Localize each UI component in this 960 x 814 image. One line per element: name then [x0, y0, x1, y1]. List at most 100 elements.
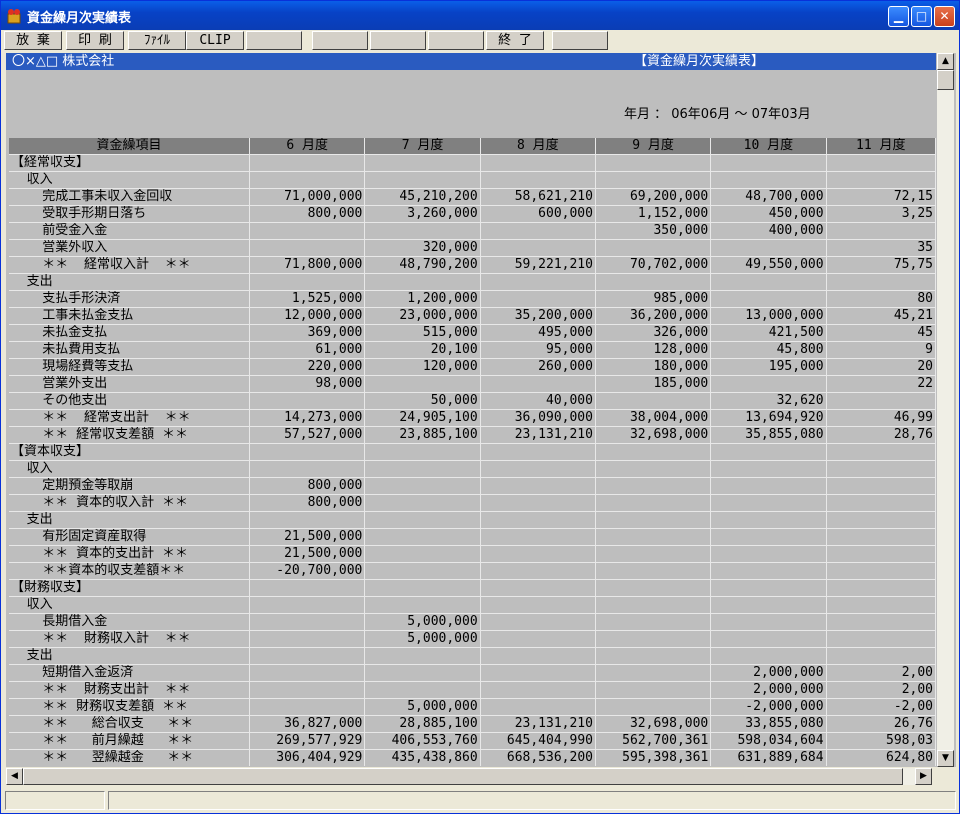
amount-cell: 326,000	[595, 324, 712, 342]
amount-cell	[249, 511, 366, 529]
table-row[interactable]: 未払金支払 369,000 515,000 495,000 326,000 421,500…	[9, 324, 936, 342]
table-row[interactable]: 未払費用支払 61,000 20,100 95,000 128,000 45,800 9	[9, 341, 936, 359]
table-row[interactable]: 【経常収支】	[9, 154, 936, 172]
amount-cell: 45,800	[710, 341, 827, 359]
amount-cell: 28,76	[826, 426, 936, 444]
clip-button[interactable]: CLIP	[186, 31, 244, 50]
table-row[interactable]: 定期預金等取崩 800,000	[9, 477, 936, 495]
amount-cell: 5,000,000	[364, 630, 481, 648]
table-row[interactable]: 短期借入金返済 2,000,000 2,00	[9, 664, 936, 682]
amount-cell: 14,273,000	[249, 409, 366, 427]
row-label: 有形固定資産取得	[9, 528, 251, 546]
table-row[interactable]: ＊＊ 経常収入計 ＊＊ 71,800,000 48,790,200 59,221,21…	[9, 256, 936, 274]
amount-cell: 32,620	[710, 392, 827, 410]
blank-button-5[interactable]	[552, 31, 608, 50]
amount-cell	[826, 494, 936, 512]
table-row[interactable]: ＊＊ 資本的収入計 ＊＊ 800,000	[9, 494, 936, 512]
amount-cell	[480, 171, 596, 189]
title-bar[interactable]: 資金繰月次実績表 ▁ □ ✕	[1, 1, 959, 30]
table-row[interactable]: 収入	[9, 171, 936, 189]
table-row[interactable]: 現場経費等支払 220,000 120,000 260,000 180,000 195,0…	[9, 358, 936, 376]
table-row[interactable]: ＊＊ 前月繰越 ＊＊ 269,577,929 406,553,760 645,404,…	[9, 732, 936, 750]
table-row[interactable]: 支出	[9, 511, 936, 529]
amount-cell	[364, 647, 481, 665]
row-label: 完成工事未収入金回収	[9, 188, 251, 206]
discard-button[interactable]: 放 棄	[4, 31, 62, 50]
cashflow-table: 資金繰項目 6 月度 7 月度 8 月度 9 月度 10 月度 11 月度 【経常収支】 収…	[9, 138, 936, 766]
row-label: 短期借入金返済	[9, 664, 251, 682]
table-row[interactable]: ＊＊ 経常支出計 ＊＊ 14,273,000 24,905,100 36,090,00…	[9, 409, 936, 427]
table-row[interactable]: ＊＊ 総合収支 ＊＊ 36,827,000 28,885,100 23,131,210…	[9, 715, 936, 733]
table-row[interactable]: 収入	[9, 596, 936, 614]
scroll-right-button[interactable]: ▶	[915, 768, 932, 785]
amount-cell	[480, 528, 596, 546]
amount-cell	[364, 562, 481, 580]
amount-cell: 45,21	[826, 307, 936, 325]
scroll-down-button[interactable]: ▼	[937, 750, 954, 767]
vertical-scrollbar[interactable]: ▲ ▼	[937, 53, 954, 767]
table-row[interactable]: 完成工事未収入金回収 71,000,000 45,210,200 58,621,210…	[9, 188, 936, 206]
row-label: 支出	[9, 511, 251, 529]
blank-button-2[interactable]	[312, 31, 368, 50]
table-row[interactable]: ＊＊ 財務収入計 ＊＊ 5,000,000	[9, 630, 936, 648]
table-row[interactable]: ＊＊ 財務収支差額 ＊＊ 5,000,000 -2,000,000 -2,00	[9, 698, 936, 716]
blank-button-1[interactable]	[246, 31, 302, 50]
amount-cell: 13,000,000	[710, 307, 827, 325]
table-row[interactable]: 収入	[9, 460, 936, 478]
amount-cell	[595, 171, 712, 189]
amount-cell	[595, 596, 712, 614]
amount-cell	[364, 511, 481, 529]
amount-cell: 3,25	[826, 205, 936, 223]
minimize-button[interactable]: ▁	[888, 6, 909, 27]
amount-cell	[710, 545, 827, 563]
table-row[interactable]: 支出	[9, 647, 936, 665]
amount-cell: 600,000	[480, 205, 596, 223]
table-row[interactable]: ＊＊ 財務支出計 ＊＊ 2,000,000 2,00	[9, 681, 936, 699]
horizontal-scrollbar[interactable]: ◀ ▶	[6, 768, 932, 785]
amount-cell: 668,536,200	[480, 749, 596, 766]
table-row[interactable]: 支払手形決済 1,525,000 1,200,000 985,000 80	[9, 290, 936, 308]
amount-cell: 21,500,000	[249, 528, 366, 546]
table-row[interactable]: その他支出 50,000 40,000 32,620	[9, 392, 936, 410]
table-row[interactable]: 工事未払金支払 12,000,000 23,000,000 35,200,000 36,…	[9, 307, 936, 325]
amount-cell: -20,700,000	[249, 562, 366, 580]
print-button[interactable]: 印 刷	[66, 31, 124, 50]
maximize-button[interactable]: □	[911, 6, 932, 27]
table-row[interactable]: 受取手形期日落ち 800,000 3,260,000 600,000 1,152,000…	[9, 205, 936, 223]
scroll-up-button[interactable]: ▲	[937, 53, 954, 70]
table-row[interactable]: 営業外収入 320,000 35	[9, 239, 936, 257]
scroll-thumb[interactable]	[937, 70, 954, 90]
amount-cell	[710, 171, 827, 189]
amount-cell: 195,000	[710, 358, 827, 376]
amount-cell: 58,621,210	[480, 188, 596, 206]
amount-cell	[595, 273, 712, 291]
table-row[interactable]: 【資本収支】	[9, 443, 936, 461]
amount-cell: 421,500	[710, 324, 827, 342]
blank-button-4[interactable]	[428, 31, 484, 50]
table-row[interactable]: ＊＊ 資本的支出計 ＊＊ 21,500,000	[9, 545, 936, 563]
file-button[interactable]: ﾌｧｲﾙ	[128, 31, 186, 50]
hscroll-thumb[interactable]	[23, 768, 903, 785]
table-row[interactable]: ＊＊ 経常収支差額 ＊＊ 57,527,000 23,885,100 23,131,2…	[9, 426, 936, 444]
amount-cell: 1,152,000	[595, 205, 712, 223]
row-label: ＊＊ 資本的支出計 ＊＊	[9, 545, 251, 563]
table-row[interactable]: 【財務収支】	[9, 579, 936, 597]
table-row[interactable]: 有形固定資産取得 21,500,000	[9, 528, 936, 546]
blank-button-3[interactable]	[370, 31, 426, 50]
close-button[interactable]: ✕	[934, 6, 955, 27]
amount-cell: 2,00	[826, 664, 936, 682]
amount-cell: 985,000	[595, 290, 712, 308]
amount-cell: 24,905,100	[364, 409, 481, 427]
table-row[interactable]: 営業外支出 98,000 185,000 22	[9, 375, 936, 393]
amount-cell: 350,000	[595, 222, 712, 240]
table-row[interactable]: 前受金入金 350,000 400,000	[9, 222, 936, 240]
table-row[interactable]: 長期借入金 5,000,000	[9, 613, 936, 631]
amount-cell	[249, 154, 366, 172]
amount-cell: 36,827,000	[249, 715, 366, 733]
table-row[interactable]: ＊＊ 翌繰越金 ＊＊ 306,404,929 435,438,860 668,536,…	[9, 749, 936, 766]
table-row[interactable]: 支出	[9, 273, 936, 291]
exit-button[interactable]: 終 了	[486, 31, 544, 50]
amount-cell	[710, 647, 827, 665]
table-row[interactable]: ＊＊資本的収支差額＊＊ -20,700,000	[9, 562, 936, 580]
scroll-left-button[interactable]: ◀	[6, 768, 23, 785]
